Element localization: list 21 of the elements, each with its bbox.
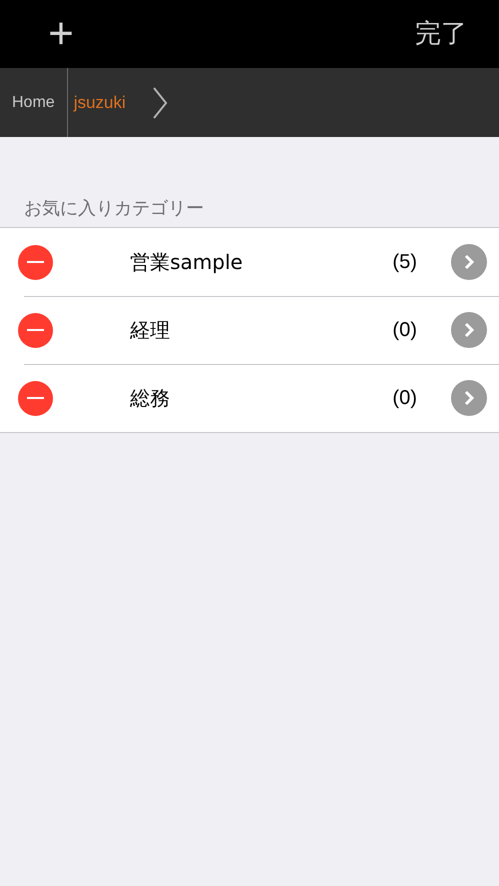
category-name: 経理 (130, 317, 171, 344)
category-name: 総務 (130, 385, 171, 412)
chevron-icon (463, 254, 475, 270)
section-header: お気に入りカテゴリー (24, 197, 205, 221)
chevron-icon (152, 86, 168, 120)
chevron-button[interactable] (451, 380, 487, 416)
delete-button[interactable] (18, 244, 53, 280)
delete-button[interactable] (18, 312, 53, 348)
item-count: (5) (392, 250, 417, 275)
item-count: (0) (392, 318, 417, 343)
done-button[interactable]: 完了 (415, 14, 467, 54)
delete-button[interactable] (18, 380, 53, 416)
item-count: (0) (392, 386, 417, 411)
category-name: 営業sample (130, 249, 244, 276)
breadcrumb-link[interactable]: Home (0, 90, 67, 114)
chevron-button[interactable] (451, 244, 487, 280)
breadcrumb-link[interactable]: jsuzuki (68, 90, 132, 116)
chevron-button[interactable] (451, 312, 487, 348)
chevron-icon (463, 390, 475, 406)
chevron-icon (463, 322, 475, 338)
add-button[interactable]: + (42, 12, 80, 56)
